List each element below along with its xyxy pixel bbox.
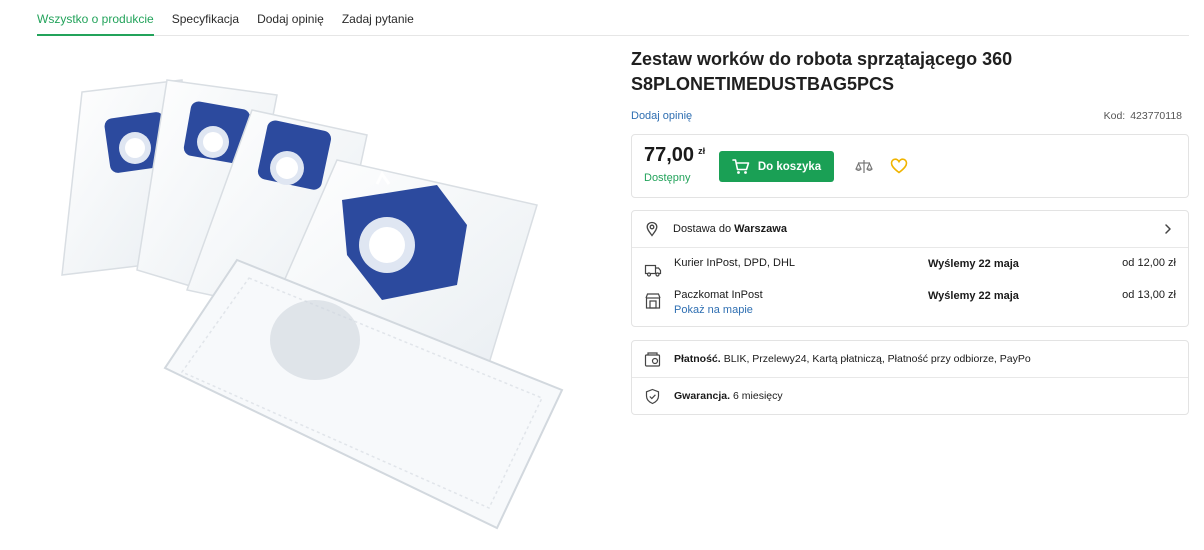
- payment-label: Płatność.: [674, 353, 721, 365]
- price-box: 77,00 zł Dostępny Do koszyka: [631, 134, 1189, 198]
- product-code-label: Kod:: [1103, 110, 1126, 122]
- payment-methods: BLIK, Przelewy24, Kartą płatniczą, Płatn…: [723, 353, 1031, 365]
- cart-icon: [732, 158, 750, 174]
- product-code-value: 423770118: [1130, 110, 1182, 122]
- chevron-right-icon: [1165, 224, 1171, 234]
- warranty-info: Gwarancja. 6 miesięcy: [674, 390, 783, 402]
- product-tabs: Wszystko o produkcie Specyfikacja Dodaj …: [37, 0, 1189, 36]
- product-image[interactable]: [37, 50, 602, 545]
- product-title-line-2: S8PLONETIMEDUSTBAG5PCS: [631, 74, 895, 94]
- warranty-label: Gwarancja.: [674, 390, 731, 402]
- favorite-heart-icon[interactable]: [890, 157, 908, 175]
- parcel-locker-icon: [645, 293, 661, 309]
- shield-check-icon: [645, 388, 660, 405]
- delivery-prefix: Dostawa do: [673, 223, 732, 235]
- truck-icon: [644, 264, 662, 277]
- delivery-city: Warszawa: [734, 223, 787, 235]
- payment-row: Płatność. BLIK, Przelewy24, Kartą płatnic…: [632, 341, 1188, 378]
- tab-all-about-product[interactable]: Wszystko o produkcie: [37, 0, 154, 36]
- price-value: 77,00: [644, 144, 695, 166]
- show-on-map-link[interactable]: Pokaż na mapie: [674, 304, 753, 316]
- payment-icon: [644, 352, 661, 367]
- availability-status: Dostępny: [644, 172, 691, 184]
- payment-info: Płatność. BLIK, Przelewy24, Kartą płatnic…: [674, 353, 1031, 365]
- payment-warranty-box: Płatność. BLIK, Przelewy24, Kartą płatnic…: [631, 340, 1189, 415]
- add-review-link[interactable]: Dodaj opinię: [631, 110, 692, 122]
- compare-icon[interactable]: [854, 157, 874, 177]
- tab-ask-question[interactable]: Zadaj pytanie: [342, 0, 414, 36]
- add-to-cart-label: Do koszyka: [757, 160, 822, 173]
- price: 77,00 zł: [644, 144, 705, 167]
- warranty-value: 6 miesięcy: [733, 390, 783, 402]
- delivery-box: Dostawa do Warszawa Kurier InPost, DPD, …: [631, 210, 1189, 327]
- price-currency: zł: [698, 146, 706, 156]
- delivery-location-selector[interactable]: Dostawa do Warszawa: [632, 211, 1188, 248]
- product-title-line-1: Zestaw worków do robota sprzątającego 36…: [631, 49, 1013, 69]
- delivery-destination: Dostawa do Warszawa: [673, 223, 787, 235]
- dust-bags-illustration: [61, 79, 564, 530]
- add-to-cart-button[interactable]: Do koszyka: [719, 151, 834, 182]
- tab-add-review[interactable]: Dodaj opinię: [257, 0, 324, 36]
- courier-price: od 12,00 zł: [1122, 257, 1176, 269]
- product-title: Zestaw worków do robota sprzątającego 36…: [631, 47, 1171, 97]
- courier-ship-date: Wyślemy 22 maja: [928, 258, 1019, 270]
- parcel-locker-option-name: Paczkomat InPost: [674, 289, 763, 301]
- parcel-locker-ship-date: Wyślemy 22 maja: [928, 290, 1019, 302]
- parcel-locker-price: od 13,00 zł: [1122, 289, 1176, 301]
- tab-specification[interactable]: Specyfikacja: [172, 0, 239, 36]
- warranty-row: Gwarancja. 6 miesięcy: [632, 378, 1188, 415]
- product-code: Kod: 423770118: [1104, 110, 1182, 122]
- courier-option-name: Kurier InPost, DPD, DHL: [674, 257, 796, 269]
- location-pin-icon: [646, 221, 658, 237]
